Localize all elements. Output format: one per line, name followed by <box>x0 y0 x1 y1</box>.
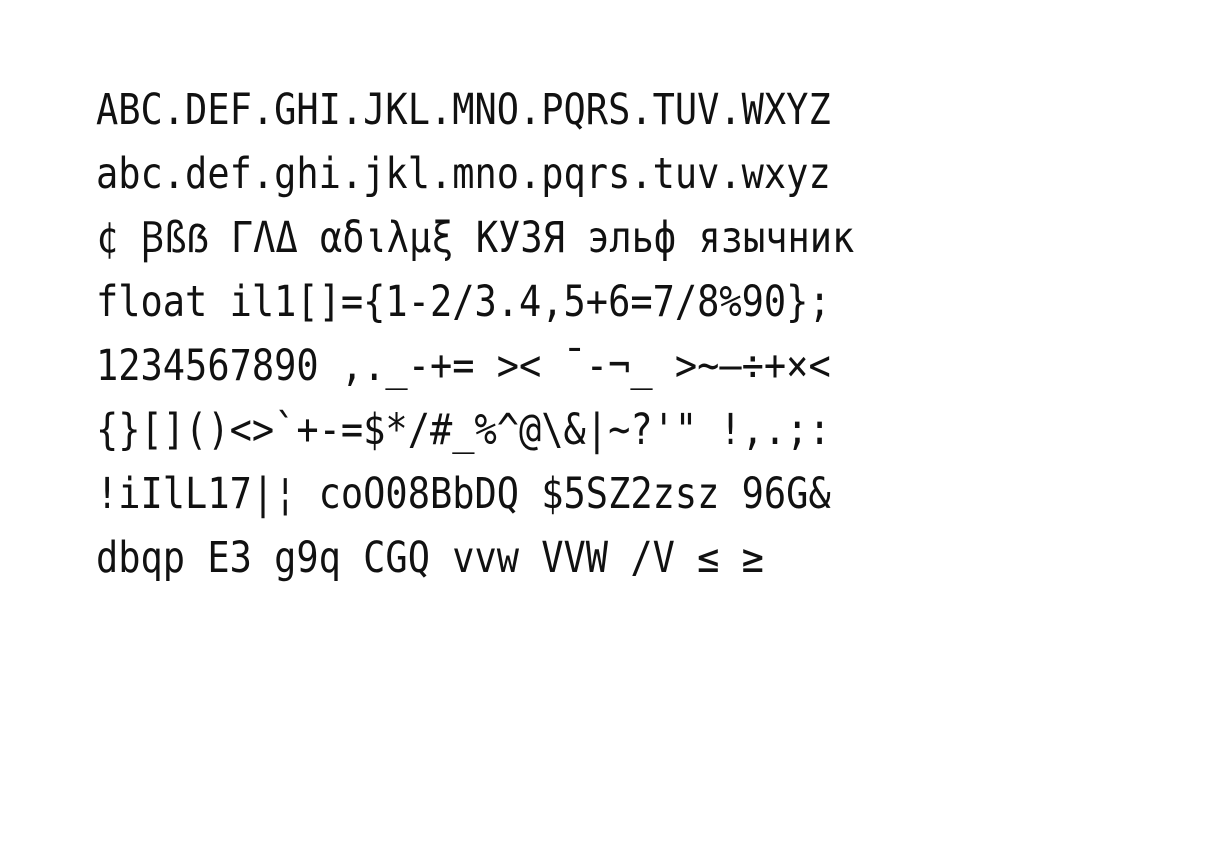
font-specimen: ABC.DEF.GHI.JKL.MNO.PQRS.TUV.WXYZ abc.de… <box>96 78 1096 590</box>
specimen-line-code-sample: float il1[]={1-2/3.4,5+6=7/8%90}; <box>96 277 831 327</box>
specimen-line-uppercase: ABC.DEF.GHI.JKL.MNO.PQRS.TUV.WXYZ <box>96 85 831 135</box>
specimen-line-digits-operators: 1234567890 ,._-+= >< ¯-¬_ >~–÷+×< <box>96 341 831 391</box>
specimen-line-lowercase: abc.def.ghi.jkl.mno.pqrs.tuv.wxyz <box>96 149 831 199</box>
specimen-line-extended-glyphs: ¢ Ꞵßẞ ΓΛΔ αδιλμξ КУЗЯ эльф язычник <box>96 213 855 263</box>
specimen-line-punctuation: {}[]()<>`+-=$*/#_%^@\&|~?'" !,.;: <box>96 405 831 455</box>
specimen-line-confusables: !iIlL17|¦ coO08BbDQ $5SZ2zsz 96G& <box>96 469 831 519</box>
specimen-line-shape-comparisons: dbqp E3 g9q CGQ vvw VVW /V ≤ ≥ <box>96 533 764 583</box>
